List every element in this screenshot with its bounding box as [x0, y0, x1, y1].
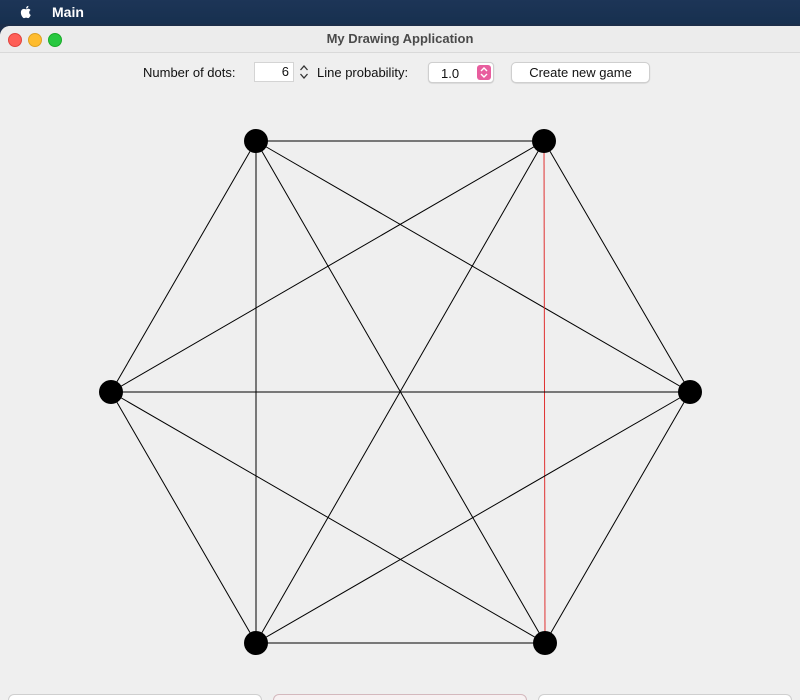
edge-top-left-right[interactable]	[255, 140, 691, 393]
window-title: My Drawing Application	[326, 31, 474, 46]
select-chevron-icon	[477, 65, 491, 80]
dot-bottom-left[interactable]	[244, 631, 268, 655]
apple-icon[interactable]	[18, 4, 34, 20]
dot-bottom-right[interactable]	[533, 631, 557, 655]
dot-left[interactable]	[99, 380, 123, 404]
drawing-canvas[interactable]	[0, 84, 800, 694]
title-bar: My Drawing Application	[0, 26, 800, 53]
edge-top-right-right[interactable]	[543, 140, 691, 393]
edge-top-left-left[interactable]	[110, 140, 257, 393]
dots-spinner-input[interactable]: 6	[254, 62, 294, 82]
dot-top-left[interactable]	[244, 129, 268, 153]
edge-right-bottom-right[interactable]	[544, 391, 691, 644]
bottom-button-middle[interactable]	[273, 694, 527, 700]
dots-label: Number of dots:	[143, 65, 236, 80]
app-window: My Drawing Application Number of dots: 6…	[0, 26, 800, 700]
menu-app-name[interactable]: Main	[52, 4, 84, 20]
edge-bottom-right-left[interactable]	[110, 391, 546, 644]
dot-right[interactable]	[678, 380, 702, 404]
edge-bottom-left-left[interactable]	[110, 391, 257, 644]
menu-bar: Main	[0, 0, 800, 24]
edge-top-right-left[interactable]	[110, 140, 545, 393]
probability-label: Line probability:	[317, 65, 409, 80]
create-new-game-button[interactable]: Create new game	[511, 62, 650, 83]
toolbar: Number of dots: 6 Line probability: 1.0 …	[0, 60, 800, 84]
probability-select-value: 1.0	[441, 66, 460, 81]
probability-select[interactable]: 1.0	[428, 62, 494, 83]
spinner-arrows-icon[interactable]	[297, 62, 311, 82]
edge-right-bottom-left[interactable]	[255, 391, 691, 644]
bottom-button-right[interactable]	[538, 694, 792, 700]
dot-top-right[interactable]	[532, 129, 556, 153]
bottom-button-left[interactable]	[8, 694, 262, 700]
